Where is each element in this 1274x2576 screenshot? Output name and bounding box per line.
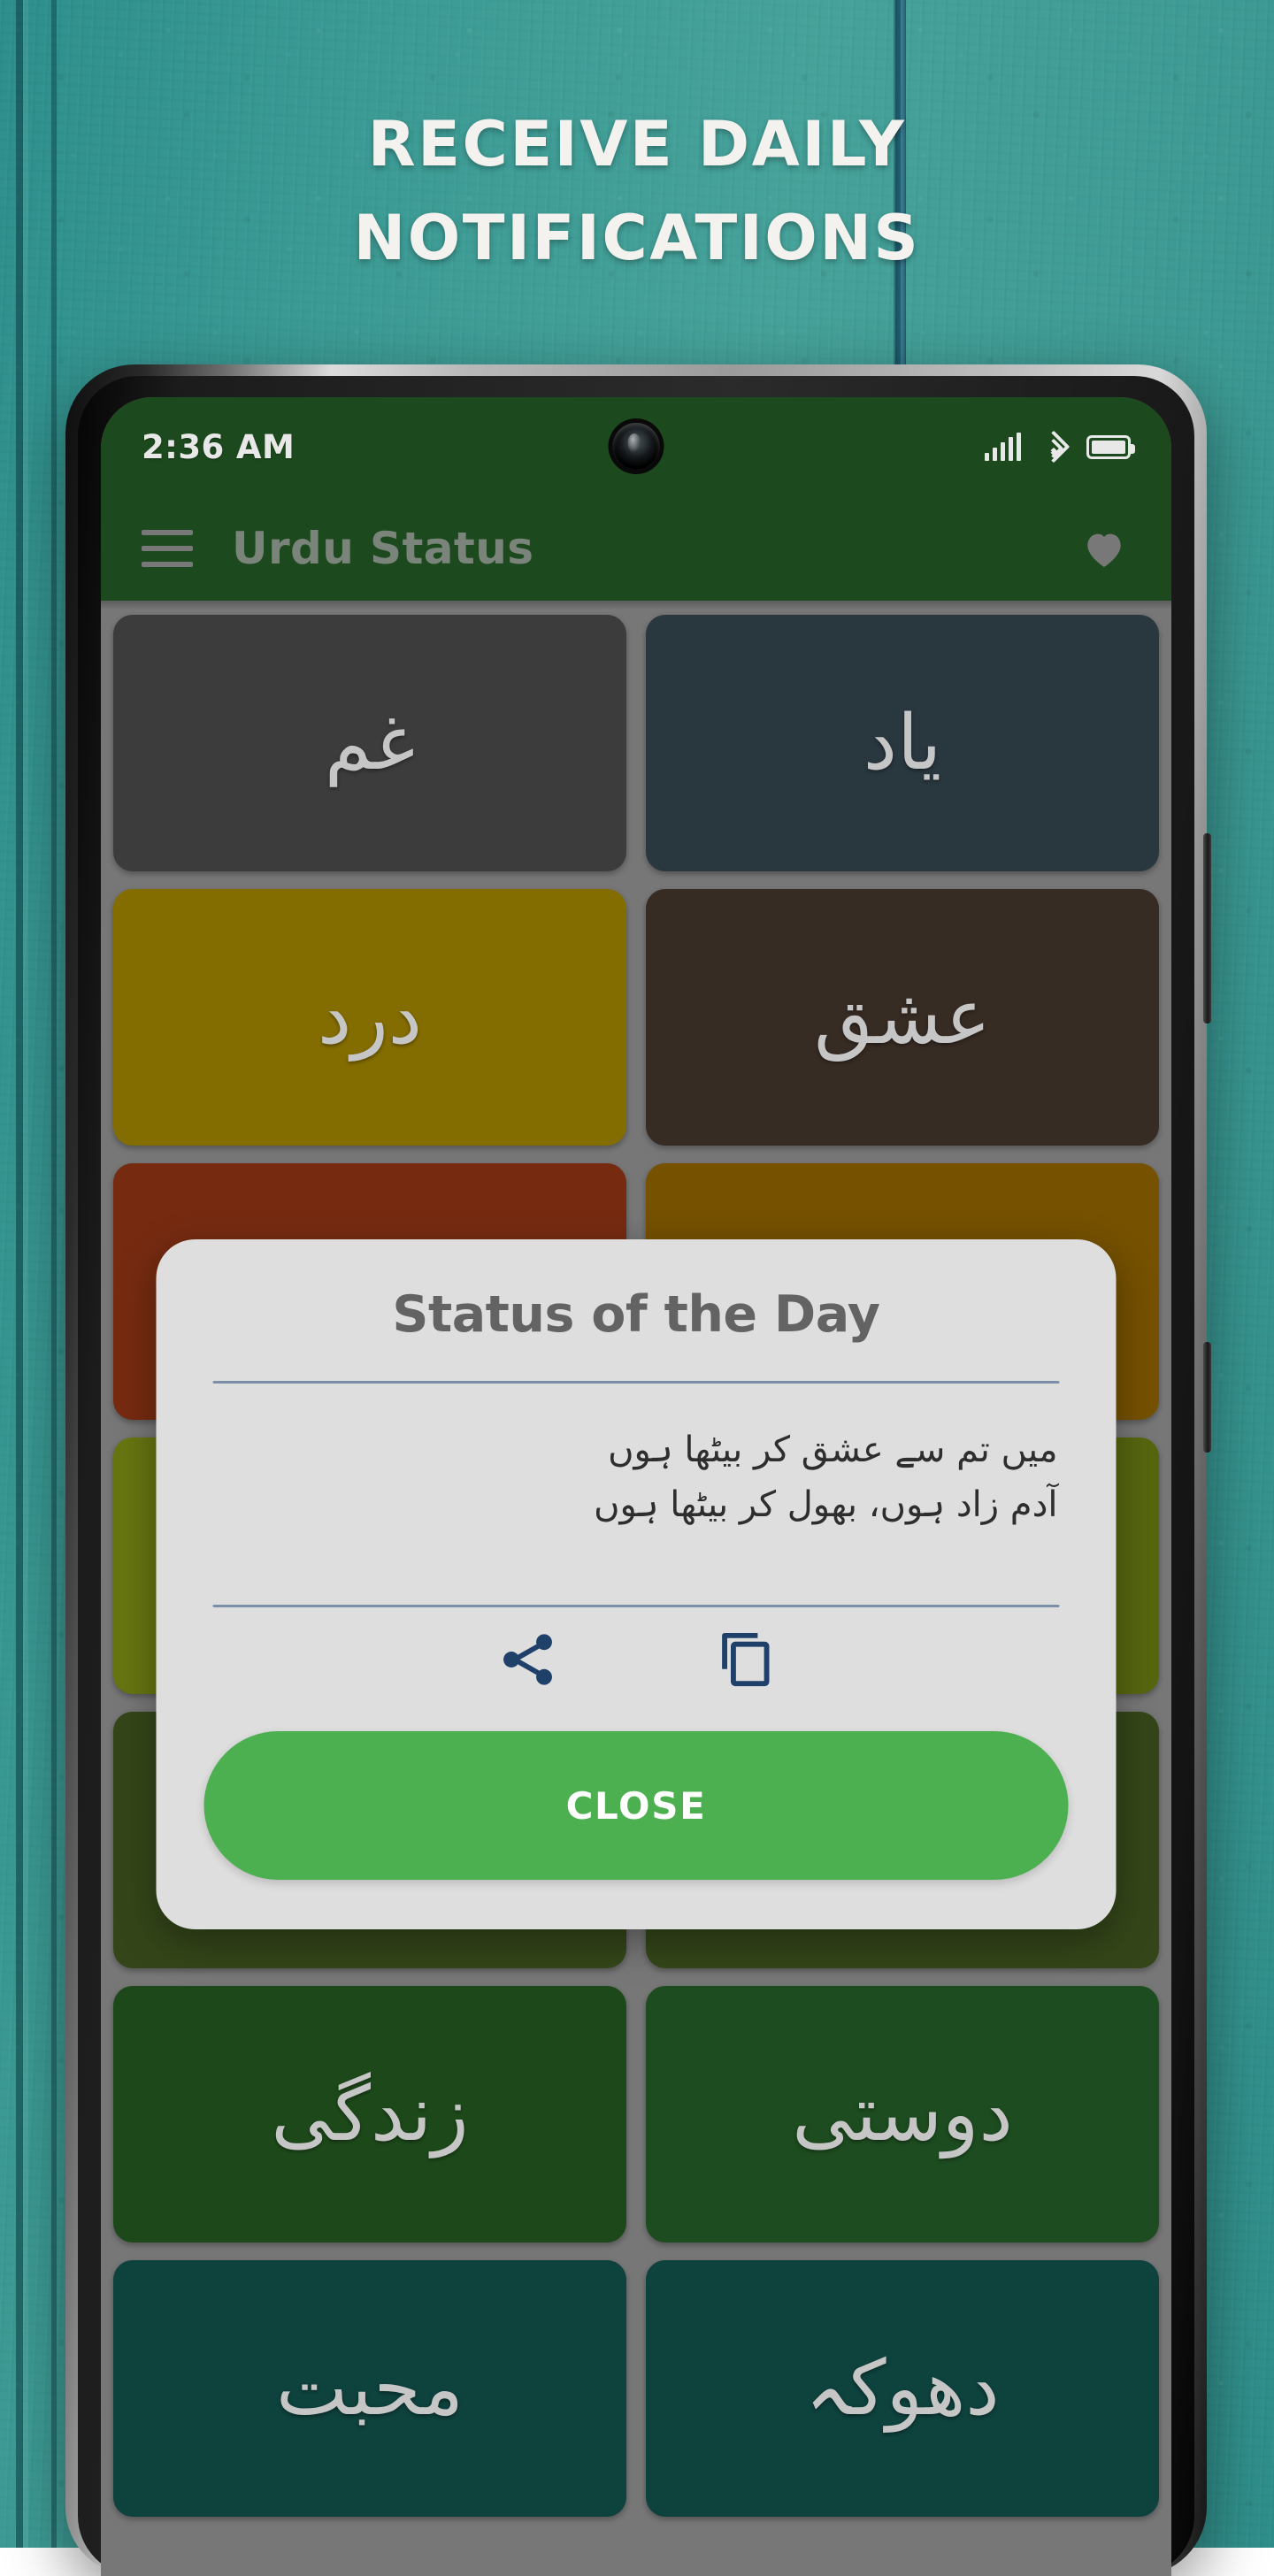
power-button[interactable] [1203, 1342, 1211, 1453]
phone-bezel: 2:36 AM Urdu Status [78, 376, 1194, 2576]
dialog-body: میں تم سے عشق کر بیٹھا ہوں آدم زاد ہوں، … [204, 1384, 1069, 1568]
copy-icon[interactable] [712, 1627, 778, 1692]
dialog-title: Status of the Day [204, 1285, 1069, 1344]
status-of-the-day-dialog: Status of the Day میں تم سے عشق کر بیٹھا… [157, 1239, 1117, 1929]
share-icon[interactable] [495, 1627, 560, 1692]
volume-button[interactable] [1203, 833, 1211, 1024]
status-text-line-2: آدم زاد ہوں، بھول کر بیٹھا ہوں [215, 1477, 1058, 1532]
dialog-action-row [204, 1607, 1069, 1706]
status-text-line-1: میں تم سے عشق کر بیٹھا ہوں [215, 1422, 1058, 1477]
close-button[interactable]: CLOSE [204, 1731, 1069, 1880]
phone-device-mockup: 2:36 AM Urdu Status [65, 364, 1207, 2576]
phone-screen: 2:36 AM Urdu Status [101, 397, 1171, 2576]
background-plank-stripe [895, 0, 906, 389]
